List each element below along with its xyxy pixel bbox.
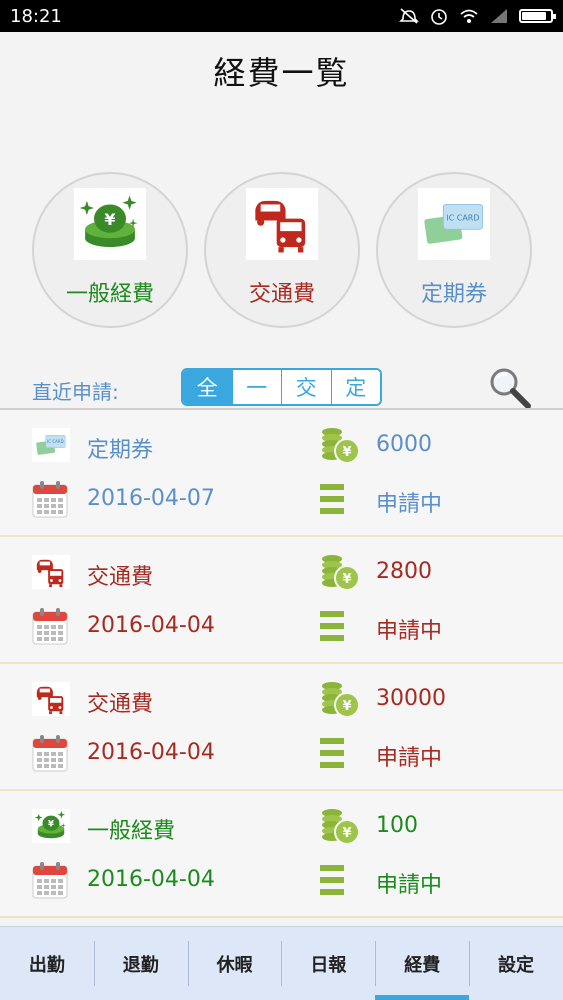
nav-clock-out[interactable]: 退勤 <box>93 927 188 1000</box>
record-amount: 2800 <box>376 559 432 584</box>
mute-icon <box>399 8 419 24</box>
record-date: 2016-04-04 <box>87 867 215 892</box>
recent-filter-row: 直近申請: 全 一 交 定 <box>0 366 563 410</box>
calendar-icon <box>32 480 68 518</box>
status-list-icon <box>320 736 344 770</box>
status-list-icon <box>320 482 344 516</box>
category-label: 交通費 <box>248 282 315 307</box>
calendar-icon <box>32 607 68 645</box>
status-time: 18:21 <box>10 5 62 27</box>
record-type: 定期券 <box>87 438 154 463</box>
record-status: 申請中 <box>376 873 443 898</box>
record-status: 申請中 <box>376 492 443 517</box>
nav-leave[interactable]: 休暇 <box>187 927 282 1000</box>
nav-settings[interactable]: 設定 <box>469 927 563 1000</box>
battery-level <box>522 12 546 20</box>
yen-coins-icon <box>74 188 146 260</box>
coins-icon <box>320 678 360 718</box>
table-row[interactable]: 一般経費 100 2016-04-04 申請中 <box>0 791 563 918</box>
filter-segmented-control: 全 一 交 定 <box>181 368 382 406</box>
table-row[interactable]: 定期券 6000 2016-04-07 申請中 <box>0 410 563 537</box>
nav-clock-in[interactable]: 出勤 <box>0 927 94 1000</box>
category-buttons: 一般経費 交通費 定期券 <box>0 172 563 328</box>
record-date: 2016-04-04 <box>87 740 215 765</box>
car-bus-icon <box>32 555 70 589</box>
ic-card-icon <box>32 428 70 462</box>
category-transport-button[interactable]: 交通費 <box>204 172 360 328</box>
record-date: 2016-04-04 <box>87 613 215 638</box>
battery-icon <box>519 9 556 23</box>
calendar-icon <box>32 734 68 772</box>
record-status: 申請中 <box>376 746 443 771</box>
filter-transport-button[interactable]: 交 <box>282 370 332 404</box>
record-type: 交通費 <box>87 565 154 590</box>
coins-icon <box>320 551 360 591</box>
status-list-icon <box>320 863 344 897</box>
category-label: 定期券 <box>420 282 487 307</box>
filter-general-button[interactable]: 一 <box>232 370 282 404</box>
car-bus-icon <box>32 682 70 716</box>
signal-icon <box>491 9 507 23</box>
category-label: 一般経費 <box>65 282 154 307</box>
status-list-icon <box>320 609 344 643</box>
status-icons <box>399 7 556 25</box>
record-amount: 100 <box>376 813 418 838</box>
wifi-icon <box>460 9 478 23</box>
table-row[interactable]: 交通費 30000 2016-04-04 申請中 <box>0 664 563 791</box>
page-title: 経費一覧 <box>213 54 350 92</box>
record-amount: 6000 <box>376 432 432 457</box>
yen-coins-icon <box>32 809 70 843</box>
magnifier-icon[interactable] <box>486 366 532 410</box>
filter-label: 直近申請: <box>32 380 119 404</box>
nav-daily-report[interactable]: 日報 <box>281 927 375 1000</box>
expense-list: 定期券 6000 2016-04-07 申請中 交通費 2800 2016-04… <box>0 410 563 918</box>
record-type: 交通費 <box>87 692 154 717</box>
car-bus-icon <box>246 188 318 260</box>
nav-expenses[interactable]: 経費 <box>375 927 469 1000</box>
bottom-nav: 出勤 退勤 休暇 日報 経費 設定 <box>0 926 563 1000</box>
record-amount: 30000 <box>376 686 446 711</box>
filter-all-button[interactable]: 全 <box>183 370 233 404</box>
calendar-icon <box>32 861 68 899</box>
record-type: 一般経費 <box>87 819 176 844</box>
category-commuter-pass-button[interactable]: 定期券 <box>376 172 532 328</box>
record-status: 申請中 <box>376 619 443 644</box>
table-row[interactable]: 交通費 2800 2016-04-04 申請中 <box>0 537 563 664</box>
status-bar: 18:21 <box>0 0 563 32</box>
category-general-expense-button[interactable]: 一般経費 <box>32 172 188 328</box>
alarm-icon <box>431 9 447 25</box>
ic-card-icon <box>418 188 490 260</box>
record-date: 2016-04-07 <box>87 486 215 511</box>
coins-icon <box>320 424 360 464</box>
filter-pass-button[interactable]: 定 <box>331 370 380 404</box>
coins-icon <box>320 805 360 845</box>
